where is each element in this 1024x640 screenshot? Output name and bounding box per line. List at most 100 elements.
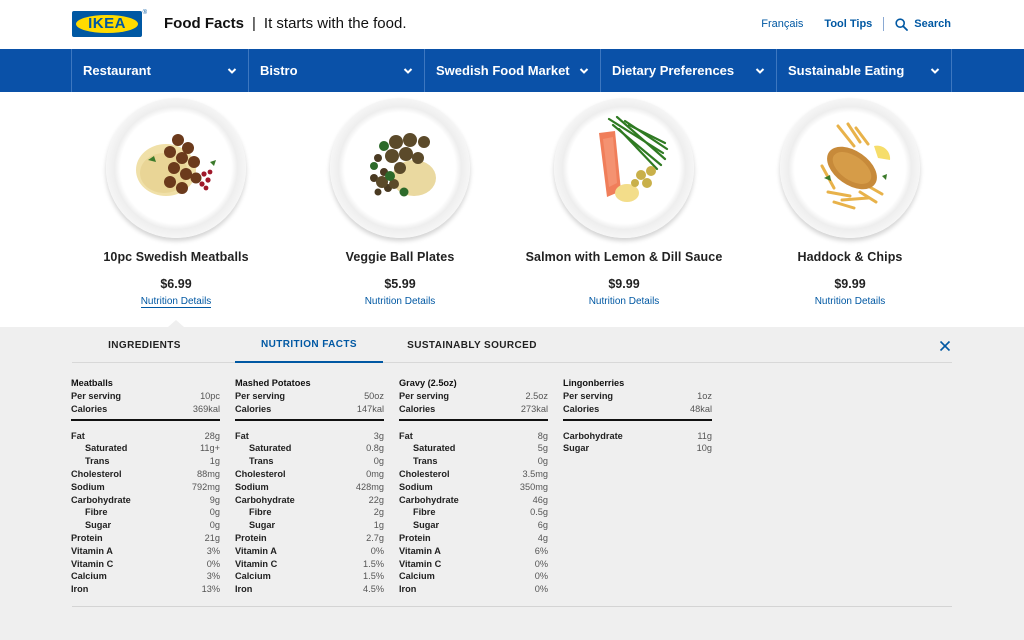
nutrition-row: Carbohydrate 46g bbox=[399, 494, 548, 507]
nutrition-value: 0g bbox=[209, 507, 220, 518]
nutrition-row: Saturated 5g bbox=[399, 442, 548, 455]
nutrition-value: 0% bbox=[206, 558, 220, 569]
nutrition-value: 11g bbox=[697, 430, 712, 441]
nutrition-label: Sugar bbox=[413, 520, 440, 531]
nutrition-label: Calories bbox=[399, 403, 436, 414]
close-icon[interactable] bbox=[939, 340, 951, 352]
nutrition-value: 792mg bbox=[191, 481, 220, 492]
nav-item-dietary-preferences[interactable]: Dietary Preferences bbox=[600, 49, 776, 92]
nav-item-label: Restaurant bbox=[83, 63, 151, 78]
product-card[interactable]: Salmon with Lemon & Dill Sauce $9.99 Nut… bbox=[512, 92, 736, 327]
nutrition-row: Sugar 0g bbox=[71, 519, 220, 532]
nutrition-row: Iron 4.5% bbox=[235, 583, 384, 596]
nutrition-row: Carbohydrate 9g bbox=[71, 494, 220, 507]
nav-item-label: Dietary Preferences bbox=[612, 63, 735, 78]
site-tagline: It starts with the food. bbox=[263, 15, 407, 32]
product-card[interactable]: Haddock & Chips $9.99 Nutrition Details bbox=[738, 92, 962, 327]
nutrition-column-title: Lingonberries bbox=[563, 378, 625, 388]
nutrition-divider bbox=[399, 418, 548, 421]
nutrition-value: 3.5mg bbox=[522, 468, 548, 479]
nutrition-details-label: Nutrition Details bbox=[814, 296, 886, 307]
nav-item-sustainable-eating[interactable]: Sustainable Eating bbox=[776, 49, 951, 92]
nutrition-value: 0.8g bbox=[366, 443, 384, 454]
nutrition-value: 0.5g bbox=[530, 507, 548, 518]
tab-nutrition-facts[interactable]: NUTRITION FACTS bbox=[235, 327, 383, 363]
nutrition-label: Vitamin C bbox=[399, 558, 442, 569]
links-divider bbox=[883, 17, 885, 31]
meatballs-plate-image bbox=[106, 98, 246, 238]
nutrition-row: Calcium 0% bbox=[399, 570, 548, 583]
tool-tips-link[interactable]: Tool Tips bbox=[824, 18, 872, 30]
nutrition-label: Calories bbox=[235, 403, 272, 414]
nutrition-value: 1g bbox=[373, 520, 384, 531]
nav-item-label: Swedish Food Market bbox=[436, 63, 570, 78]
nutrition-row: Vitamin A 3% bbox=[71, 545, 220, 558]
nutrition-label: Fibre bbox=[413, 507, 436, 518]
nutrition-label: Iron bbox=[71, 584, 89, 595]
product-card[interactable]: 10pc Swedish Meatballs $6.99 Nutrition D… bbox=[64, 92, 288, 327]
nutrition-label: Carbohydrate bbox=[563, 430, 623, 441]
nutrition-label: Per serving bbox=[235, 391, 286, 401]
nutrition-column-title: Gravy (2.5oz) bbox=[399, 378, 457, 388]
nutrition-row: Fibre 0.5g bbox=[399, 506, 548, 519]
nutrition-label: Sugar bbox=[249, 520, 276, 531]
nutrition-label: Vitamin A bbox=[71, 545, 113, 556]
nutrition-row: Sodium 350mg bbox=[399, 481, 548, 494]
nutrition-row: Per serving 10pc bbox=[71, 390, 220, 403]
nutrition-label: Sodium bbox=[71, 481, 105, 492]
tab-ingredients[interactable]: INGREDIENTS bbox=[72, 327, 217, 363]
nutrition-row: Cholesterol 3.5mg bbox=[399, 468, 548, 481]
ikea-logo[interactable]: IKEA ® bbox=[72, 10, 147, 37]
nutrition-column: Meatballs Per serving 10pc Calories 369kal Fa… bbox=[71, 377, 220, 596]
product-price: $9.99 bbox=[834, 277, 866, 291]
nutrition-label: Fat bbox=[235, 430, 249, 441]
nutrition-value: 28g bbox=[204, 430, 220, 441]
nav-item-restaurant[interactable]: Restaurant bbox=[71, 49, 248, 92]
nutrition-row: Trans 0g bbox=[235, 455, 384, 468]
nutrition-row: Vitamin C 0% bbox=[71, 558, 220, 571]
chevron-down-icon bbox=[227, 67, 237, 74]
nutrition-value: 4.5% bbox=[363, 584, 384, 595]
search-button[interactable]: Search bbox=[895, 17, 951, 31]
nutrition-label: Trans bbox=[249, 456, 274, 467]
nutrition-details-link[interactable]: Nutrition Details bbox=[738, 296, 962, 307]
nutrition-label: Fibre bbox=[85, 507, 108, 518]
nutrition-row: Fat 28g bbox=[71, 430, 220, 443]
nutrition-row: Sodium 792mg bbox=[71, 481, 220, 494]
nav-item-label: Bistro bbox=[260, 63, 298, 78]
nutrition-value: 147kal bbox=[356, 403, 384, 414]
nutrition-column: Gravy (2.5oz) Per serving 2.5oz Calories 273… bbox=[399, 377, 548, 596]
nutrition-label: Calcium bbox=[235, 571, 271, 582]
title-separator: | bbox=[252, 15, 256, 32]
nutrition-details-link[interactable]: Nutrition Details bbox=[512, 296, 736, 307]
nutrition-value: 1.5% bbox=[363, 558, 384, 569]
nutrition-value: 22g bbox=[368, 494, 384, 505]
nutrition-row: Iron 0% bbox=[399, 583, 548, 596]
nutrition-row: Carbohydrate 22g bbox=[235, 494, 384, 507]
site-title: Food Facts bbox=[164, 15, 245, 32]
language-link[interactable]: Français bbox=[761, 18, 803, 30]
nutrition-divider bbox=[563, 418, 712, 421]
nav-item-swedish-food-market[interactable]: Swedish Food Market bbox=[424, 49, 600, 92]
nav-item-bistro[interactable]: Bistro bbox=[248, 49, 424, 92]
nutrition-value: 3g bbox=[373, 430, 384, 441]
nutrition-value: 2.7g bbox=[366, 532, 384, 543]
nutrition-value: 428mg bbox=[355, 481, 384, 492]
nutrition-row: Fibre 2g bbox=[235, 506, 384, 519]
nutrition-value: 0g bbox=[209, 520, 220, 531]
nutrition-value: 9g bbox=[209, 494, 220, 505]
nutrition-row: Vitamin A 6% bbox=[399, 545, 548, 558]
product-name: 10pc Swedish Meatballs bbox=[103, 250, 249, 264]
product-card[interactable]: Veggie Ball Plates $5.99 Nutrition Detai… bbox=[288, 92, 512, 327]
nutrition-details-link[interactable]: Nutrition Details bbox=[288, 296, 512, 307]
nutrition-label: Saturated bbox=[249, 443, 292, 454]
utility-links: Français Tool Tips Search bbox=[761, 17, 951, 31]
search-label: Search bbox=[914, 18, 951, 30]
logo-registered-mark: ® bbox=[142, 10, 147, 16]
nutrition-value: 1oz bbox=[697, 391, 712, 401]
nutrition-row: Fat 8g bbox=[399, 430, 548, 443]
nutrition-value: 0g bbox=[537, 456, 548, 467]
product-name: Haddock & Chips bbox=[797, 250, 903, 264]
tab-sustainably-sourced[interactable]: SUSTAINABLY SOURCED bbox=[399, 327, 545, 363]
nutrition-details-link[interactable]: Nutrition Details bbox=[64, 296, 288, 308]
